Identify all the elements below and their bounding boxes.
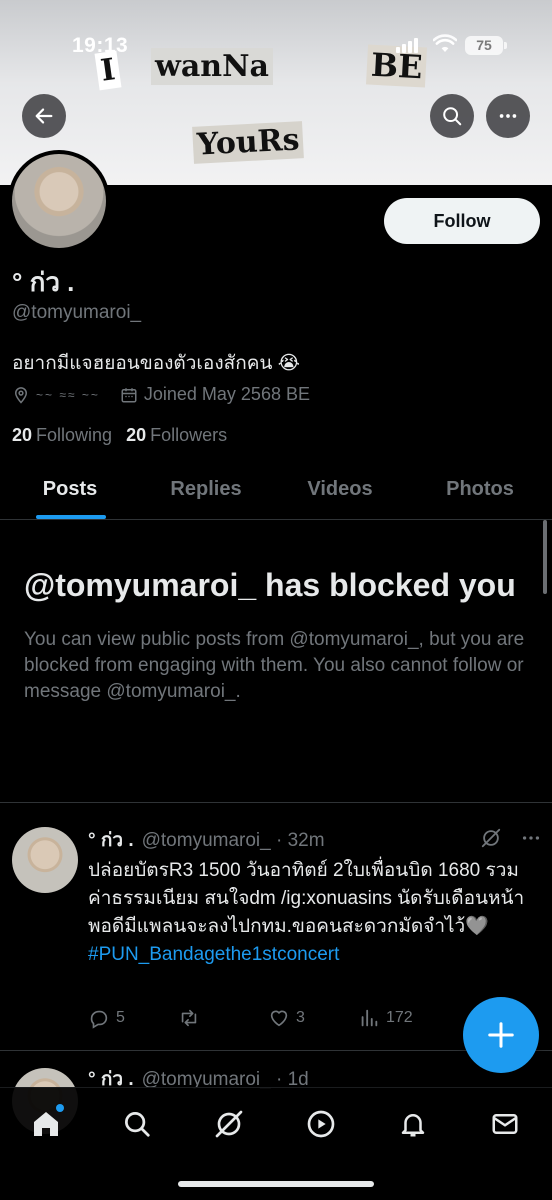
search-icon: [443, 107, 462, 126]
scrollbar[interactable]: [543, 520, 547, 594]
back-button[interactable]: [22, 94, 66, 138]
blocked-notice: @tomyumaroi_ has blocked you You can vie…: [24, 565, 534, 705]
tweet-actions: 5 3 172: [88, 1007, 448, 1029]
reply-button[interactable]: 5: [88, 1007, 178, 1029]
tweet-body: ปล่อยบัตรR3 1500 วันอาทิตย์ 2ใบเพื่อนบิด…: [88, 860, 525, 937]
profile-avatar[interactable]: [8, 150, 110, 252]
divider: [0, 802, 552, 803]
views-button[interactable]: 172: [358, 1007, 448, 1029]
tab-posts[interactable]: Posts: [0, 460, 140, 519]
following-link[interactable]: 20 Following: [12, 425, 112, 446]
nav-notifications[interactable]: [395, 1106, 431, 1142]
location-pin-icon: [14, 386, 28, 404]
more-horizontal-icon[interactable]: [520, 827, 542, 849]
analytics-icon: [361, 1009, 378, 1027]
plus-icon: [488, 1022, 514, 1048]
mail-icon: [492, 1114, 518, 1134]
tweet-hashtag[interactable]: #PUN_Bandagethe1stconcert: [88, 941, 533, 969]
reply-count: 5: [116, 1009, 125, 1026]
tweet-avatar[interactable]: [12, 827, 78, 893]
search-icon: [125, 1112, 150, 1137]
blocked-message: You can view public posts from @tomyumar…: [24, 629, 525, 702]
nav-video[interactable]: [303, 1106, 339, 1142]
tab-photos[interactable]: Photos: [408, 460, 552, 519]
calendar-icon: [121, 387, 137, 402]
nav-messages[interactable]: [487, 1106, 523, 1142]
search-button[interactable]: [430, 94, 474, 138]
repost-button[interactable]: [178, 1007, 268, 1029]
bell-icon: [401, 1114, 425, 1137]
tweet-header-actions: [480, 827, 542, 849]
compose-post-button[interactable]: [463, 997, 539, 1073]
grok-icon[interactable]: [480, 827, 502, 849]
home-icon: [34, 1112, 58, 1136]
nav-grok[interactable]: [211, 1106, 247, 1142]
tweet-author-name: ° ก่ว .: [88, 830, 134, 851]
status-time: 19:13: [72, 34, 129, 57]
nav-home[interactable]: [28, 1104, 64, 1142]
like-button[interactable]: 3: [268, 1007, 358, 1029]
notification-dot: [56, 1104, 64, 1112]
profile-joined: Joined May 2568 BE: [120, 384, 310, 405]
profile-name: ° ก่ว .: [12, 267, 75, 297]
profile-handle: @tomyumaroi_: [12, 302, 142, 323]
reply-icon: [90, 1010, 108, 1029]
wifi-icon: [433, 34, 457, 52]
profile-location: ~~ ≈≈ ~~: [12, 385, 100, 405]
tweet-author-handle: @tomyumaroi_: [141, 830, 271, 851]
like-count: 3: [296, 1009, 305, 1026]
signal-icon: [396, 38, 418, 53]
banner-word-yours: YouRs: [191, 121, 305, 164]
tweet-header: ° ก่ว . @tomyumaroi_ · 32m: [88, 825, 325, 855]
status-bar: 19:13 75: [0, 0, 552, 60]
battery-indicator: 75: [465, 36, 507, 55]
tweet-text: ปล่อยบัตรR3 1500 วันอาทิตย์ 2ใบเพื่อนบิด…: [88, 857, 533, 969]
grok-icon: [215, 1110, 243, 1138]
joined-text: Joined May 2568 BE: [143, 384, 310, 404]
follow-counts: 20 Following 20 Followers: [12, 425, 227, 446]
profile-meta: ~~ ≈≈ ~~ Joined May 2568 BE: [12, 384, 330, 405]
more-options-button[interactable]: [486, 94, 530, 138]
profile-bio: อยากมีแจฮยอนของตัวเองสักคน 😭: [12, 353, 300, 374]
arrow-left-icon: [35, 108, 53, 124]
tweet-time: · 32m: [276, 830, 325, 851]
heart-icon: [270, 1010, 288, 1027]
nav-search[interactable]: [119, 1106, 155, 1142]
followers-link[interactable]: 20 Followers: [126, 425, 227, 446]
home-indicator: [178, 1181, 374, 1187]
tab-videos[interactable]: Videos: [272, 460, 408, 519]
blocked-title: @tomyumaroi_ has blocked you: [24, 567, 516, 603]
location-text: ~~ ≈≈ ~~: [36, 387, 100, 402]
follow-button[interactable]: Follow: [384, 198, 540, 244]
repost-icon: [181, 1009, 197, 1027]
tab-replies[interactable]: Replies: [140, 460, 272, 519]
more-horizontal-icon: [499, 114, 517, 118]
video-icon: [307, 1110, 335, 1138]
profile-tabs: Posts Replies Videos Photos: [0, 460, 552, 520]
view-count: 172: [386, 1009, 413, 1026]
